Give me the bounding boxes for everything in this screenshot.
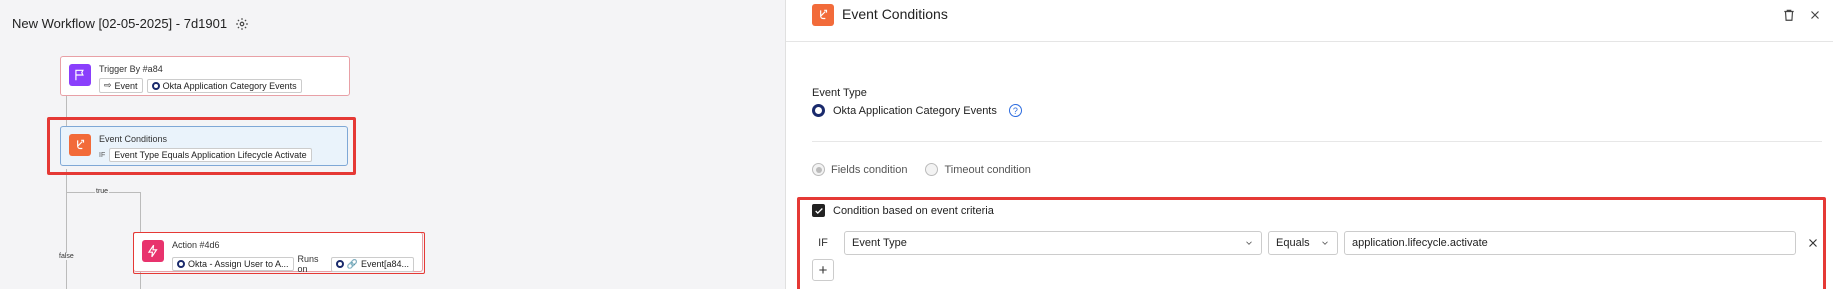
- radio-circle: [812, 163, 825, 176]
- chip-event: ⇨ Event: [99, 78, 143, 93]
- operator-select-value: Equals: [1276, 237, 1310, 249]
- panel-title: Event Conditions: [842, 6, 948, 22]
- chip-condition: Event Type Equals Application Lifecycle …: [109, 148, 312, 162]
- workflow-title-text: New Workflow [02-05-2025] - 7d1901: [12, 16, 228, 31]
- chip-condition-label: Event Type Equals Application Lifecycle …: [114, 150, 307, 160]
- add-condition-button[interactable]: +: [812, 259, 834, 281]
- okta-icon: [151, 81, 160, 90]
- panel-header: Event Conditions: [786, 0, 1833, 42]
- condition-type-radio-group: Fields condition Timeout condition: [812, 163, 1031, 176]
- trigger-node-title: Trigger By #a84: [99, 64, 163, 74]
- remove-condition-icon[interactable]: [1806, 236, 1820, 250]
- radio-fields-condition[interactable]: Fields condition: [812, 163, 907, 176]
- event-type-value: Okta Application Category Events ?: [812, 104, 1022, 117]
- event-criteria-checkbox[interactable]: Condition based on event criteria: [812, 204, 994, 217]
- divider: [812, 141, 1822, 142]
- close-icon[interactable]: [1808, 8, 1822, 22]
- help-icon[interactable]: ?: [1008, 104, 1022, 117]
- trigger-node[interactable]: Trigger By #a84 ⇨ Event Okta Application…: [60, 56, 350, 96]
- condition-if-label: IF: [818, 237, 828, 249]
- chip-app-label: Okta Application Category Events: [162, 80, 297, 91]
- conditions-node-icon: [69, 134, 91, 156]
- if-tag: IF: [99, 151, 106, 159]
- chevron-down-icon: [1246, 241, 1252, 245]
- chip-event-label: Event: [114, 80, 138, 91]
- value-input[interactable]: application.lifecycle.activate: [1344, 231, 1796, 255]
- branch-icon: [77, 139, 85, 150]
- trigger-node-icon: [69, 64, 91, 86]
- checkbox[interactable]: [812, 204, 825, 217]
- radio-circle: [925, 163, 939, 176]
- chevron-down-icon: [1322, 241, 1328, 245]
- event-type-label: Event Type: [812, 87, 867, 99]
- okta-icon: [812, 104, 825, 117]
- event-conditions-panel: Event Conditions Event Type Okta Applica…: [785, 0, 1833, 289]
- operator-select[interactable]: Equals: [1268, 231, 1338, 255]
- check-icon: [814, 207, 823, 214]
- radio-fields-label: Fields condition: [831, 163, 908, 176]
- arrow-in-icon: ⇨: [104, 80, 112, 90]
- radio-timeout-label: Timeout condition: [944, 163, 1031, 176]
- connector-line: [140, 272, 141, 289]
- trash-icon[interactable]: [1782, 8, 1796, 22]
- conditions-node-title: Event Conditions: [99, 134, 168, 144]
- panel-header-icon: [812, 4, 834, 26]
- field-select-value: Event Type: [852, 237, 907, 249]
- event-type-value-text: Okta Application Category Events: [833, 104, 997, 117]
- action-node-highlight: [133, 232, 425, 274]
- edge-label-false: false: [58, 253, 75, 260]
- branch-icon: [820, 9, 828, 20]
- radio-timeout-condition[interactable]: Timeout condition: [925, 163, 1031, 176]
- checkbox-label: Condition based on event criteria: [833, 204, 994, 217]
- flag-icon: [75, 69, 84, 81]
- workflow-title: New Workflow [02-05-2025] - 7d1901: [12, 16, 249, 31]
- connector-line: [140, 192, 141, 234]
- conditions-node[interactable]: Event Conditions IF Event Type Equals Ap…: [60, 126, 348, 166]
- gear-icon[interactable]: [235, 17, 249, 31]
- edge-label-true: true: [95, 188, 110, 195]
- workflow-canvas[interactable]: New Workflow [02-05-2025] - 7d1901 true …: [0, 0, 785, 289]
- field-select[interactable]: Event Type: [844, 231, 1262, 255]
- connector-line: [66, 169, 67, 289]
- chip-app: Okta Application Category Events: [146, 78, 302, 93]
- value-input-text: application.lifecycle.activate: [1352, 237, 1488, 249]
- condition-row: IF Event Type Equals application.lifecyc…: [812, 231, 1822, 255]
